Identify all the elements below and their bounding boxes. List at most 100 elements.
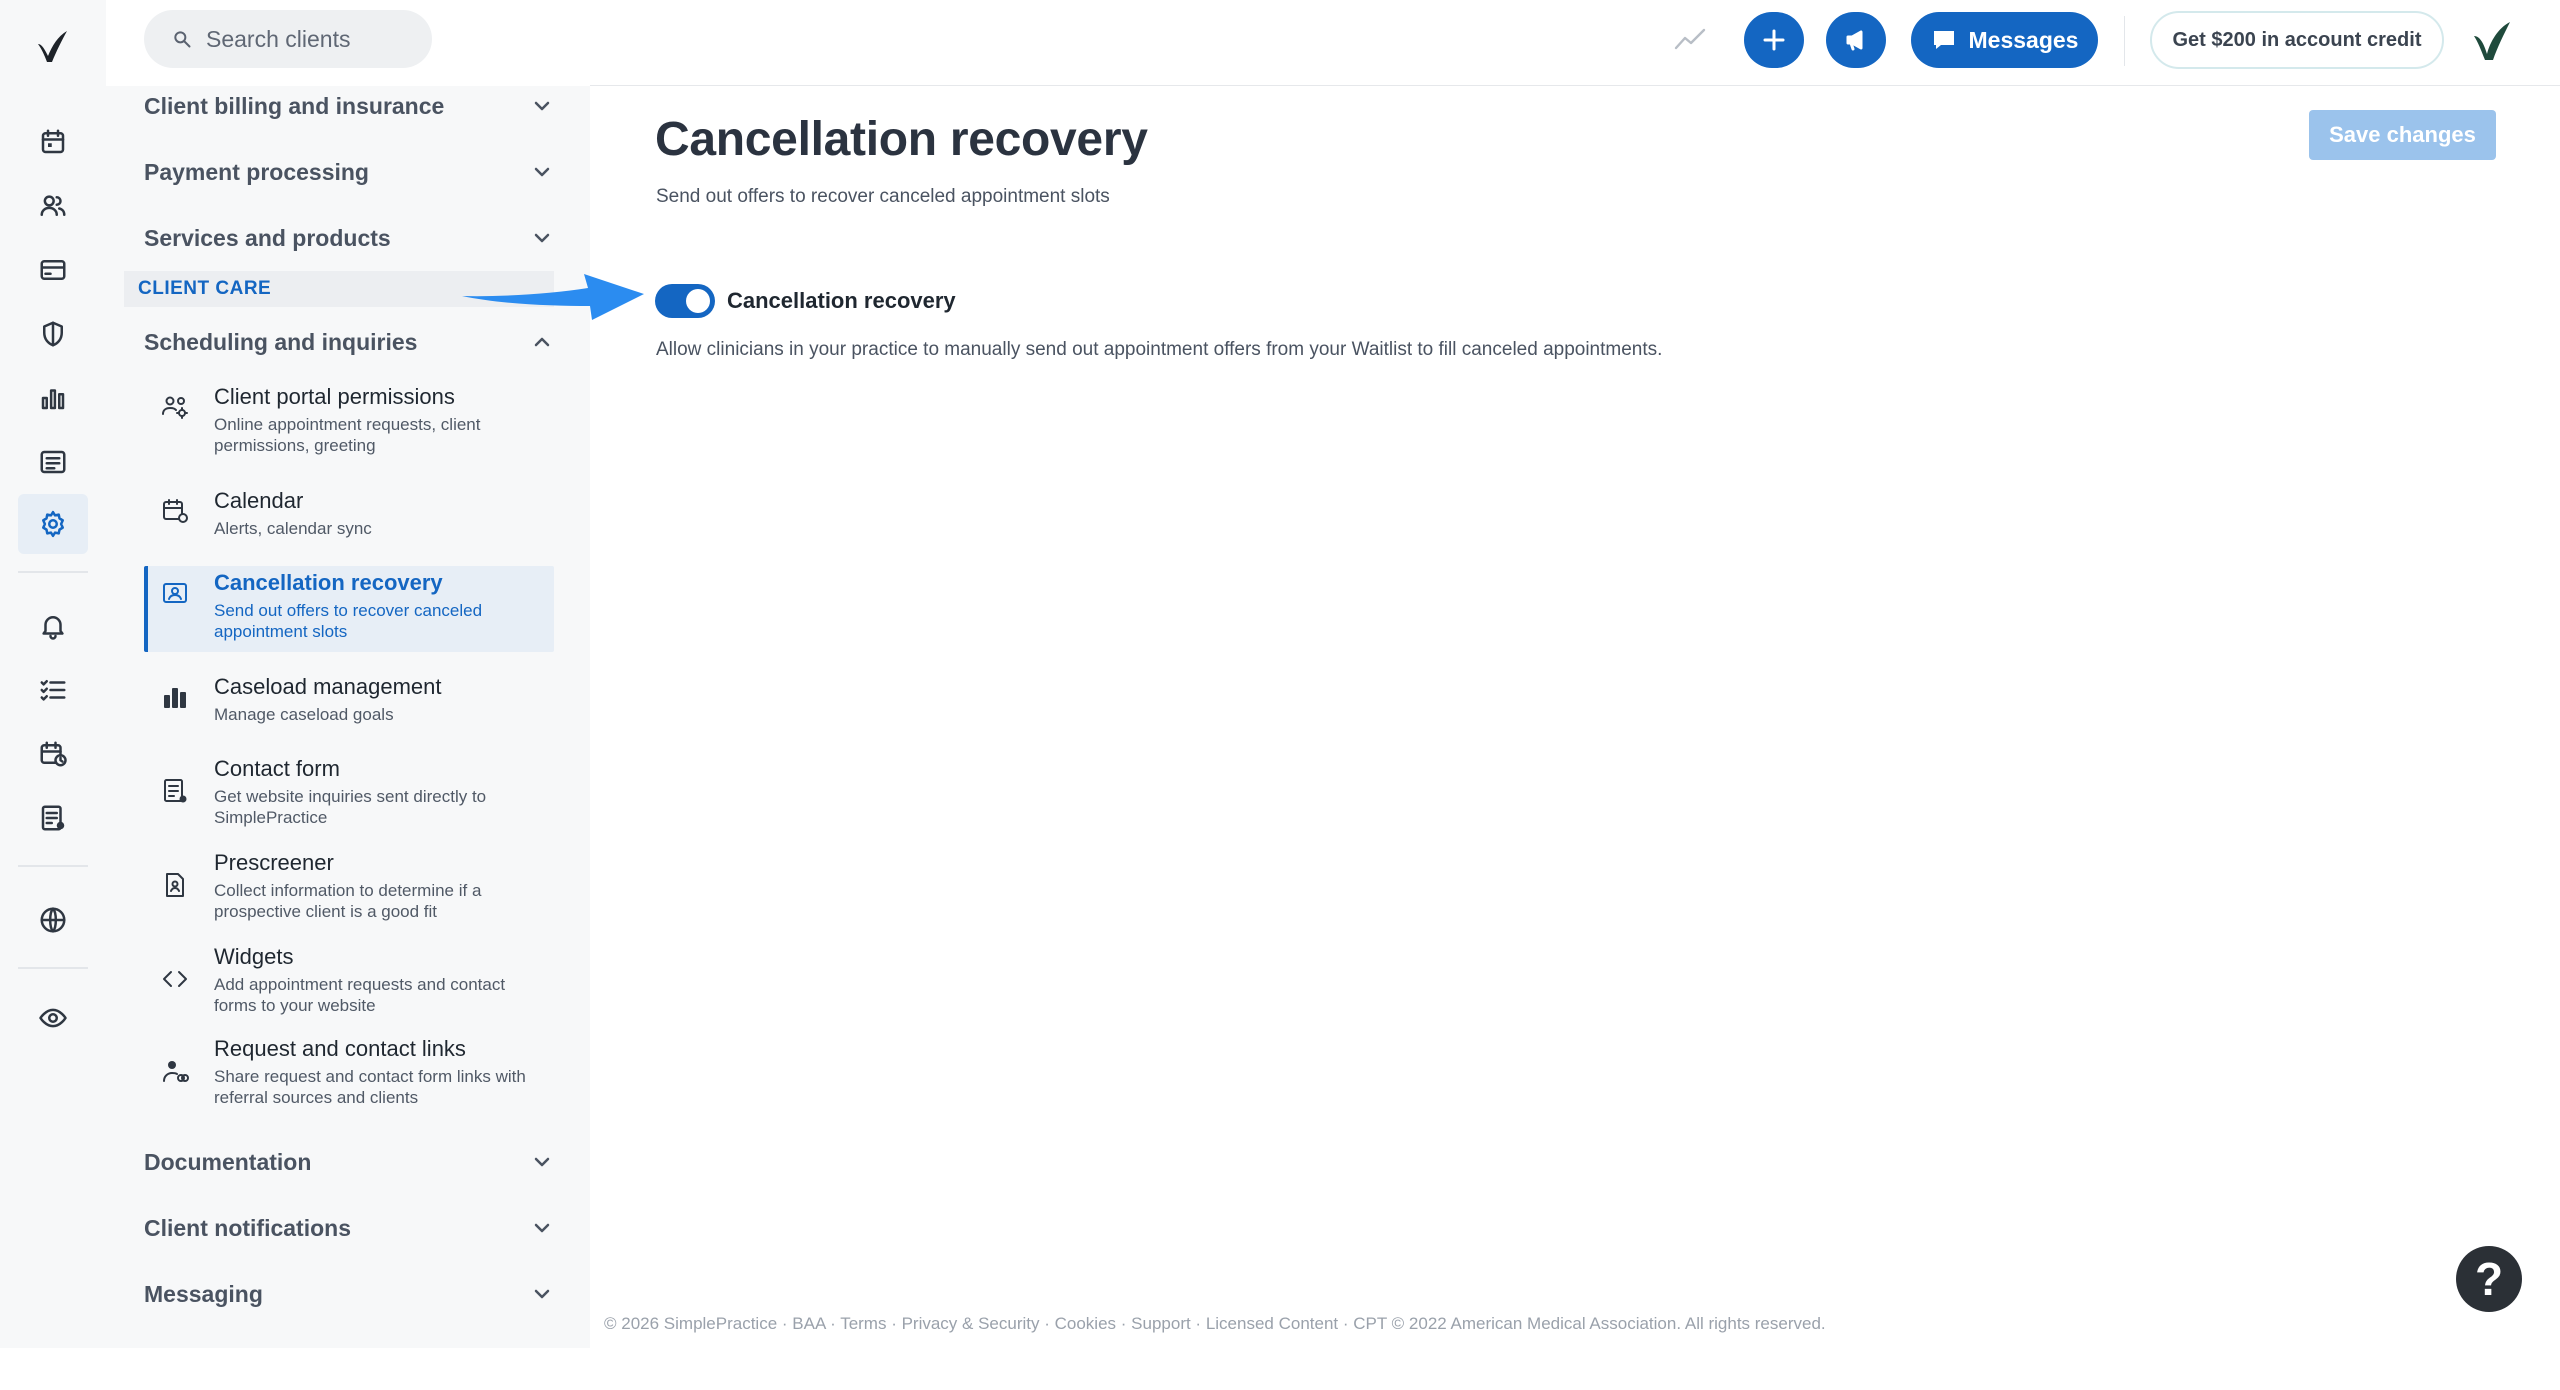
- form-icon: [160, 776, 190, 806]
- nav-section-label: Documentation: [144, 1148, 312, 1175]
- nav-item-description: Add appointment requests and contact for…: [214, 975, 506, 1015]
- announcements-button[interactable]: [1826, 12, 1886, 68]
- nav-item-widgets[interactable]: Widgets Add appointment requests and con…: [144, 940, 554, 1026]
- header-divider: [590, 85, 2560, 86]
- nav-item-request-contact-links[interactable]: Request and contact links Share request …: [144, 1032, 554, 1118]
- activity-list-icon[interactable]: [18, 432, 88, 492]
- megaphone-icon: [1846, 30, 1863, 51]
- footer-link-cookies[interactable]: Cookies: [1055, 1314, 1116, 1333]
- footer-link-privacy[interactable]: Privacy & Security: [902, 1314, 1040, 1333]
- nav-item-calendar[interactable]: Calendar Alerts, calendar sync: [144, 484, 554, 548]
- nav-item-description: Collect information to determine if a pr…: [214, 881, 482, 921]
- rail-divider: [18, 571, 88, 573]
- chevron-down-icon: [534, 101, 550, 111]
- code-icon: [160, 964, 190, 994]
- rail-divider: [18, 967, 88, 969]
- footer-copyright: © 2026 SimplePractice: [604, 1314, 778, 1333]
- nav-section-label: Payment processing: [144, 158, 369, 185]
- notifications-bell-icon[interactable]: [18, 596, 88, 656]
- chevron-down-icon: [534, 167, 550, 177]
- nav-item-title: Caseload management: [214, 674, 442, 699]
- id-card-icon: [160, 578, 190, 608]
- calendar-icon[interactable]: [18, 112, 88, 172]
- help-icon: ?: [2474, 1253, 2504, 1305]
- footer-link-support[interactable]: Support: [1131, 1314, 1191, 1333]
- insurance-shield-icon[interactable]: [18, 304, 88, 364]
- simplepractice-logo[interactable]: [32, 26, 72, 66]
- reports-document-icon[interactable]: [18, 788, 88, 848]
- save-changes-button[interactable]: Save changes: [2309, 110, 2496, 160]
- nav-item-description: Online appointment requests, client perm…: [214, 415, 481, 455]
- nav-item-caseload-management[interactable]: Caseload management Manage caseload goal…: [144, 670, 554, 734]
- messages-label: Messages: [1968, 26, 2079, 53]
- help-button[interactable]: ?: [2456, 1246, 2522, 1312]
- nav-item-title: Prescreener: [214, 850, 334, 875]
- cancellation-recovery-toggle[interactable]: [655, 284, 715, 318]
- nav-item-title: Cancellation recovery: [214, 570, 443, 595]
- plus-icon: [1763, 29, 1785, 51]
- chat-bubble-icon: [1933, 31, 1954, 49]
- analytics-icon[interactable]: [18, 368, 88, 428]
- page-title: Cancellation recovery: [655, 113, 1148, 166]
- nav-item-contact-form[interactable]: Contact form Get website inquiries sent …: [144, 752, 554, 838]
- users-gear-icon: [160, 392, 190, 422]
- toggle-knob: [686, 289, 710, 313]
- nav-item-title: Contact form: [214, 756, 340, 781]
- globe-icon[interactable]: [18, 890, 88, 950]
- clients-icon[interactable]: [18, 176, 88, 236]
- profile-avatar[interactable]: [2466, 14, 2518, 66]
- calendar-clock-icon[interactable]: [18, 724, 88, 784]
- nav-item-title: Widgets: [214, 944, 294, 969]
- nav-section-label: Client notifications: [144, 1214, 351, 1241]
- eye-icon[interactable]: [18, 988, 88, 1048]
- page-subtitle: Send out offers to recover canceled appo…: [656, 186, 1110, 207]
- calendar-gear-icon: [160, 496, 190, 526]
- app-rail: [0, 0, 106, 1348]
- search-icon: [174, 31, 191, 48]
- messages-button[interactable]: Messages: [1911, 12, 2098, 68]
- nav-section-label: Services and products: [144, 224, 391, 251]
- footer-cpt: CPT © 2022 American Medical Association.…: [1353, 1314, 1826, 1333]
- footer-link-terms[interactable]: Terms: [840, 1314, 886, 1333]
- nav-section-payment-processing[interactable]: Payment processing: [144, 152, 554, 192]
- chevron-down-icon: [534, 1289, 550, 1299]
- account-credit-button[interactable]: Get $200 in account credit: [2150, 11, 2444, 69]
- nav-item-prescreener[interactable]: Prescreener Collect information to deter…: [144, 846, 554, 932]
- footer-link-baa[interactable]: BAA: [792, 1314, 825, 1333]
- nav-section-label: Scheduling and inquiries: [144, 328, 418, 355]
- search-placeholder: Search clients: [206, 25, 351, 52]
- annotation-arrow-icon: [462, 274, 644, 320]
- nav-section-client-billing[interactable]: Client billing and insurance: [144, 86, 554, 126]
- trend-chart-icon[interactable]: [1672, 22, 1708, 58]
- search-clients-field[interactable]: Search clients: [144, 10, 432, 68]
- header-vertical-divider: [2124, 16, 2125, 66]
- chevron-down-icon: [534, 1157, 550, 1167]
- nav-item-description: Get website inquiries sent directly to S…: [214, 787, 487, 827]
- nav-item-description: Send out offers to recover canceled appo…: [214, 601, 483, 641]
- nav-item-title: Request and contact links: [214, 1036, 466, 1061]
- footer-link-licensed-content[interactable]: Licensed Content: [1206, 1314, 1338, 1333]
- nav-section-services-products[interactable]: Services and products: [144, 218, 554, 258]
- chevron-down-icon: [534, 233, 550, 243]
- bar-chart-icon: [160, 682, 190, 712]
- nav-item-cancellation-recovery[interactable]: Cancellation recovery Send out offers to…: [144, 566, 554, 652]
- create-new-button[interactable]: [1744, 12, 1804, 68]
- tasks-checklist-icon[interactable]: [18, 660, 88, 720]
- nav-section-client-notifications[interactable]: Client notifications: [144, 1208, 554, 1248]
- document-person-icon: [160, 870, 190, 900]
- nav-item-description: Alerts, calendar sync: [214, 519, 372, 538]
- nav-item-title: Client portal permissions: [214, 384, 455, 409]
- rail-divider: [18, 865, 88, 867]
- chevron-down-icon: [534, 1223, 550, 1233]
- toggle-label: Cancellation recovery: [727, 288, 956, 313]
- toggle-description: Allow clinicians in your practice to man…: [656, 339, 1663, 360]
- nav-section-label: Messaging: [144, 1280, 263, 1307]
- nav-section-messaging[interactable]: Messaging: [144, 1274, 554, 1314]
- nav-item-description: Manage caseload goals: [214, 705, 394, 724]
- nav-item-description: Share request and contact form links wit…: [214, 1067, 526, 1107]
- nav-section-documentation[interactable]: Documentation: [144, 1142, 554, 1182]
- billing-card-icon[interactable]: [18, 240, 88, 300]
- nav-item-client-portal-permissions[interactable]: Client portal permissions Online appoint…: [144, 380, 554, 466]
- nav-section-label: Client billing and insurance: [144, 92, 445, 119]
- settings-gear-icon[interactable]: [18, 494, 88, 554]
